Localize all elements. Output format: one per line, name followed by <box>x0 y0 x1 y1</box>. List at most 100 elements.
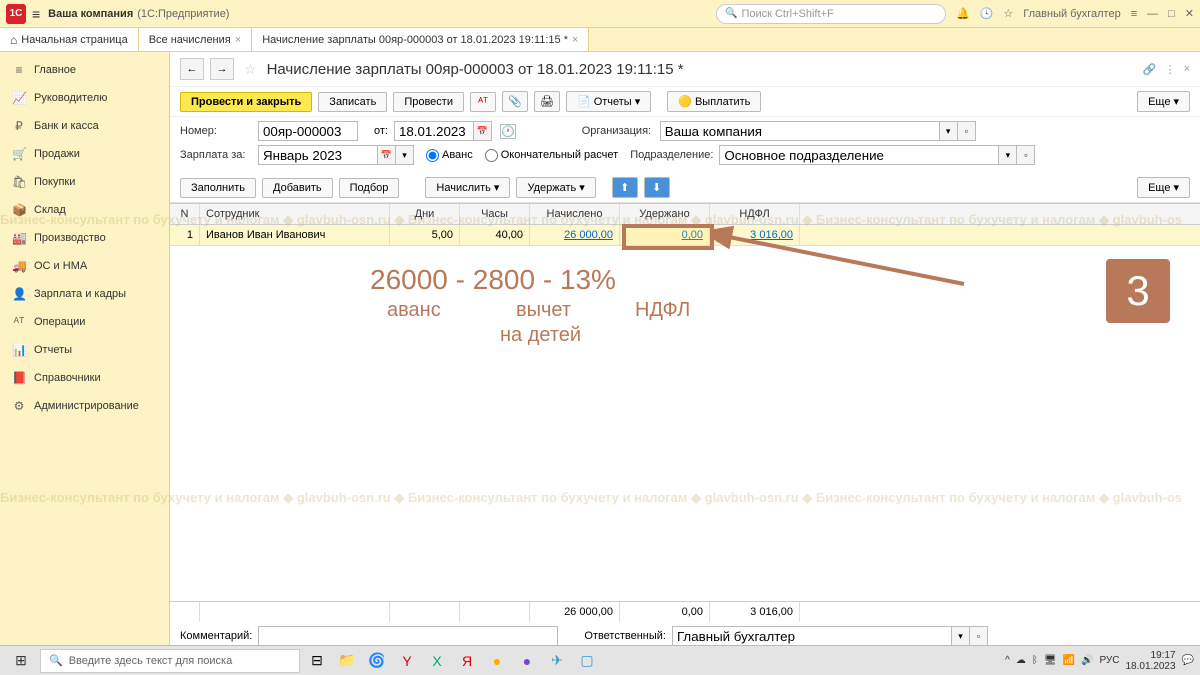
excel-icon[interactable]: X <box>424 648 450 674</box>
cell-withheld[interactable]: 0,00 <box>620 225 710 245</box>
link-icon[interactable]: 🔗 <box>1143 63 1157 76</box>
move-down-icon[interactable]: ⬇ <box>644 177 670 198</box>
sidebar-item-warehouse[interactable]: 📦Склад <box>0 196 169 224</box>
open-icon[interactable]: ▫ <box>1017 145 1035 165</box>
sidebar-item-sales[interactable]: 🛒Продажи <box>0 140 169 168</box>
onedrive-icon[interactable]: ☁ <box>1016 655 1026 666</box>
taskview-icon[interactable]: ⊟ <box>304 648 330 674</box>
open-icon[interactable]: ▫ <box>958 121 976 141</box>
date-input[interactable] <box>394 121 474 141</box>
org-input[interactable] <box>660 121 940 141</box>
accrue-button[interactable]: Начислить ▾ <box>425 177 510 198</box>
favorite-icon[interactable]: ☆ <box>244 61 257 78</box>
open-icon[interactable]: ▫ <box>970 626 988 646</box>
print-button[interactable]: 🖨 <box>534 91 560 112</box>
dept-input[interactable] <box>719 145 999 165</box>
global-search[interactable]: Поиск Ctrl+Shift+F <box>716 4 946 24</box>
tab-close-icon[interactable]: × <box>235 34 241 46</box>
layout-icon[interactable]: ≡ <box>1131 8 1137 20</box>
start-button[interactable]: ⊞ <box>6 648 36 674</box>
bell-icon[interactable]: 🔔 <box>956 7 970 20</box>
sidebar-item-assets[interactable]: 🚚ОС и НМА <box>0 252 169 280</box>
sidebar-item-bank[interactable]: ₽Банк и касса <box>0 112 169 140</box>
col-n[interactable]: N <box>170 204 200 224</box>
clock[interactable]: 19:17 18.01.2023 <box>1125 650 1175 672</box>
network-icon[interactable]: 🖥 <box>1044 655 1057 666</box>
sidebar-item-production[interactable]: 🏭Производство <box>0 224 169 252</box>
tab-list[interactable]: Все начисления× <box>139 28 253 51</box>
edge-icon[interactable]: 🌀 <box>364 648 390 674</box>
tab-home[interactable]: Начальная страница <box>0 28 139 51</box>
dropdown-icon[interactable]: ▾ <box>952 626 970 646</box>
more-button[interactable]: Еще ▾ <box>1137 177 1190 198</box>
col-employee[interactable]: Сотрудник <box>200 204 390 224</box>
app-icon[interactable]: ▢ <box>574 648 600 674</box>
dropdown-icon[interactable]: ▾ <box>396 145 414 165</box>
comment-input[interactable] <box>258 626 558 646</box>
col-accrued[interactable]: Начислено <box>530 204 620 224</box>
fill-button[interactable]: Заполнить <box>180 178 256 198</box>
save-button[interactable]: Записать <box>318 92 387 112</box>
bluetooth-icon[interactable]: ᛒ <box>1032 655 1038 666</box>
yandex-icon[interactable]: Y <box>394 648 420 674</box>
pay-button[interactable]: 🟡 Выплатить <box>667 91 761 112</box>
dtk-button[interactable]: ᴬᵀ <box>470 92 496 112</box>
star-icon[interactable]: ☆ <box>1003 7 1013 20</box>
app-1c-icon[interactable]: ● <box>484 648 510 674</box>
back-button[interactable]: ← <box>180 58 204 80</box>
user-label[interactable]: Главный бухгалтер <box>1023 8 1120 20</box>
dropdown-icon[interactable]: ▾ <box>999 145 1017 165</box>
wifi-icon[interactable]: 📶 <box>1063 655 1075 666</box>
pick-button[interactable]: Подбор <box>339 178 400 198</box>
history-icon[interactable]: 🕓 <box>980 7 994 20</box>
tray-chevron-icon[interactable]: ^ <box>1005 655 1010 666</box>
sidebar-item-salary[interactable]: 👤Зарплата и кадры <box>0 280 169 308</box>
col-ndfl[interactable]: НДФЛ <box>710 204 800 224</box>
sidebar-item-main[interactable]: ≡Главное <box>0 56 169 84</box>
dropdown-icon[interactable]: ▾ <box>940 121 958 141</box>
sidebar-item-operations[interactable]: ᴬᵀОперации <box>0 308 169 336</box>
menu-icon[interactable]: ≡ <box>32 6 40 22</box>
responsible-input[interactable] <box>672 626 952 646</box>
sidebar-item-admin[interactable]: ⚙Администрирование <box>0 392 169 420</box>
sidebar-item-reports[interactable]: 📊Отчеты <box>0 336 169 364</box>
restore-icon[interactable]: □ <box>1168 8 1175 20</box>
forward-button[interactable]: → <box>210 58 234 80</box>
lang-indicator[interactable]: РУС <box>1099 655 1119 666</box>
viber-icon[interactable]: ● <box>514 648 540 674</box>
final-radio[interactable]: Окончательный расчет <box>485 149 618 162</box>
telegram-icon[interactable]: ✈ <box>544 648 570 674</box>
table-row[interactable]: 1 Иванов Иван Иванович 5,00 40,00 26 000… <box>170 225 1200 246</box>
sidebar-item-purchases[interactable]: 🛍Покупки <box>0 168 169 196</box>
period-input[interactable] <box>258 145 378 165</box>
post-button[interactable]: Провести <box>393 92 464 112</box>
calendar-icon[interactable]: 📅 <box>378 145 396 165</box>
cell-ndfl[interactable]: 3 016,00 <box>710 225 800 245</box>
explorer-icon[interactable]: 📁 <box>334 648 360 674</box>
minimize-icon[interactable]: — <box>1147 8 1158 20</box>
col-hours[interactable]: Часы <box>460 204 530 224</box>
tab-close-icon[interactable]: × <box>572 34 578 46</box>
volume-icon[interactable]: 🔊 <box>1081 655 1093 666</box>
attach-button[interactable]: 📎 <box>502 91 528 112</box>
sidebar-item-manager[interactable]: 📈Руководителю <box>0 84 169 112</box>
windows-search[interactable]: 🔍 Введите здесь текст для поиска <box>40 649 300 673</box>
col-withheld[interactable]: Удержано <box>620 204 710 224</box>
number-input[interactable] <box>258 121 358 141</box>
reports-button[interactable]: 📄 Отчеты ▾ <box>566 91 651 112</box>
close-doc-icon[interactable]: × <box>1184 63 1190 76</box>
withhold-button[interactable]: Удержать ▾ <box>516 177 595 198</box>
col-days[interactable]: Дни <box>390 204 460 224</box>
close-icon[interactable]: ✕ <box>1185 7 1194 20</box>
calendar-icon[interactable]: 📅 <box>474 121 492 141</box>
add-button[interactable]: Добавить <box>262 178 333 198</box>
time-icon[interactable]: 🕐 <box>500 124 516 139</box>
move-up-icon[interactable]: ⬆ <box>612 177 638 198</box>
sidebar-item-catalogs[interactable]: 📕Справочники <box>0 364 169 392</box>
post-close-button[interactable]: Провести и закрыть <box>180 92 312 112</box>
yandex-browser-icon[interactable]: Я <box>454 648 480 674</box>
tab-document[interactable]: Начисление зарплаты 00яр-000003 от 18.01… <box>252 28 589 51</box>
cell-accrued[interactable]: 26 000,00 <box>530 225 620 245</box>
advance-radio[interactable]: Аванс <box>426 149 473 162</box>
help-icon[interactable]: ⋮ <box>1165 63 1176 76</box>
